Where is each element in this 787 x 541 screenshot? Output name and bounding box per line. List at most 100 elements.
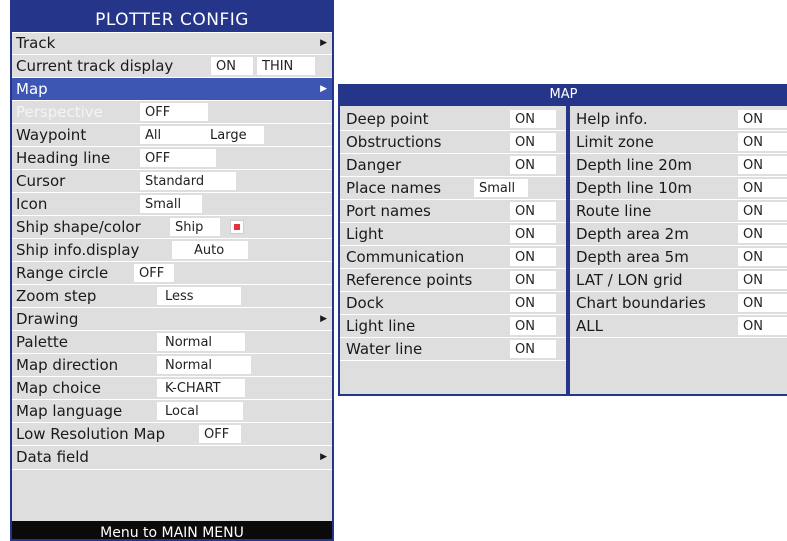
- map-option-obstructions[interactable]: Obstructions ON: [340, 131, 566, 154]
- value-field: Ship: [170, 218, 220, 236]
- menu-item-map-language[interactable]: Map language Local: [12, 400, 332, 423]
- option-value: ON: [510, 156, 556, 174]
- map-option-lat-lon-grid[interactable]: LAT / LON grid ON: [570, 269, 787, 292]
- menu-item-label: Track: [16, 34, 56, 52]
- option-value: ON: [510, 294, 556, 312]
- option-label: Dock: [346, 294, 384, 312]
- menu-item-drawing[interactable]: Drawing ▶: [12, 308, 332, 331]
- option-label: Limit zone: [576, 133, 654, 151]
- map-option-reference-points[interactable]: Reference points ON: [340, 269, 566, 292]
- menu-item-label: Zoom step: [16, 287, 97, 305]
- value-field: Standard: [140, 172, 236, 190]
- menu-item-label: Low Resolution Map: [16, 425, 166, 443]
- map-option-depth-area-5m[interactable]: Depth area 5m ON: [570, 246, 787, 269]
- menu-item-track[interactable]: Track ▶: [12, 32, 332, 55]
- color-swatch-icon[interactable]: [230, 220, 244, 234]
- map-option-chart-boundaries[interactable]: Chart boundaries ON: [570, 292, 787, 315]
- map-option-route-line[interactable]: Route line ON: [570, 200, 787, 223]
- map-option-depth-line-20m[interactable]: Depth line 20m ON: [570, 154, 787, 177]
- option-label: Chart boundaries: [576, 294, 706, 312]
- option-label: Route line: [576, 202, 652, 220]
- menu-item-range-circle[interactable]: Range circle OFF: [12, 262, 332, 285]
- map-option-dock[interactable]: Dock ON: [340, 292, 566, 315]
- map-option-light-line[interactable]: Light line ON: [340, 315, 566, 338]
- map-option-port-names[interactable]: Port names ON: [340, 200, 566, 223]
- map-option-deep-point[interactable]: Deep point ON: [340, 108, 566, 131]
- triangle-right-icon: ▶: [320, 38, 327, 48]
- map-option-water-line[interactable]: Water line ON: [340, 338, 566, 361]
- option-value: ON: [510, 271, 556, 289]
- footer-hint: Menu to MAIN MENU: [12, 521, 332, 539]
- plotter-config-menu: PLOTTER CONFIG Track ▶ Current track dis…: [10, 0, 334, 541]
- menu-item-data-field[interactable]: Data field ▶: [12, 446, 332, 470]
- menu-item-label: Palette: [16, 333, 68, 351]
- option-value: ON: [738, 156, 787, 174]
- map-option-all[interactable]: ALL ON: [570, 315, 787, 338]
- menu-item-ship-shape-color[interactable]: Ship shape/color Ship: [12, 216, 332, 239]
- value-field: OFF: [134, 264, 174, 282]
- map-option-communication[interactable]: Communication ON: [340, 246, 566, 269]
- value-field: Small: [140, 195, 202, 213]
- option-value: ON: [510, 225, 556, 243]
- option-value: ON: [738, 202, 787, 220]
- menu-item-label: Map: [16, 80, 48, 98]
- option-label: Danger: [346, 156, 402, 174]
- menu-item-cursor[interactable]: Cursor Standard: [12, 170, 332, 193]
- value-field: OFF: [140, 149, 216, 167]
- ship-color-indicator: [234, 224, 240, 230]
- menu-item-map-choice[interactable]: Map choice K-CHART: [12, 377, 332, 400]
- map-option-place-names[interactable]: Place names Small: [340, 177, 566, 200]
- option-value: ON: [738, 294, 787, 312]
- menu-item-label: Cursor: [16, 172, 66, 190]
- menu-item-map-direction[interactable]: Map direction Normal: [12, 354, 332, 377]
- menu-item-label: Range circle: [16, 264, 109, 282]
- menu-item-label: Drawing: [16, 310, 79, 328]
- option-label: Depth line 20m: [576, 156, 692, 174]
- menu-item-label: Map choice: [16, 379, 101, 397]
- option-value: ON: [738, 271, 787, 289]
- menu-item-zoom-step[interactable]: Zoom step Less: [12, 285, 332, 308]
- map-submenu-title: MAP: [340, 84, 787, 106]
- map-option-light[interactable]: Light ON: [340, 223, 566, 246]
- triangle-right-icon: ▶: [320, 452, 327, 462]
- menu-item-ship-info-display[interactable]: Ship info.display Auto: [12, 239, 332, 262]
- menu-item-palette[interactable]: Palette Normal: [12, 331, 332, 354]
- menu-item-label: Current track display: [16, 57, 174, 75]
- menu-item-current-track-display[interactable]: Current track display ON THIN: [12, 55, 332, 78]
- option-value: ON: [510, 248, 556, 266]
- option-label: Place names: [346, 179, 442, 197]
- menu-item-low-resolution-map[interactable]: Low Resolution Map OFF: [12, 423, 332, 446]
- menu-item-heading-line[interactable]: Heading line OFF: [12, 147, 332, 170]
- menu-item-label: Ship info.display: [16, 241, 140, 259]
- menu-item-waypoint[interactable]: Waypoint All Large: [12, 124, 332, 147]
- plotter-config-title: PLOTTER CONFIG: [12, 2, 332, 33]
- option-value: ON: [510, 133, 556, 151]
- value-field: OFF: [140, 103, 208, 121]
- option-value: ON: [738, 133, 787, 151]
- map-submenu: MAP Deep point ON Obstructions ON Danger…: [338, 84, 787, 396]
- menu-item-map[interactable]: Map ▶: [12, 78, 332, 101]
- option-label: Reference points: [346, 271, 473, 289]
- map-option-limit-zone[interactable]: Limit zone ON: [570, 131, 787, 154]
- menu-item-perspective: Perspective OFF: [12, 101, 332, 124]
- option-value: ON: [738, 110, 787, 128]
- option-value: ON: [510, 340, 556, 358]
- map-option-depth-area-2m[interactable]: Depth area 2m ON: [570, 223, 787, 246]
- map-option-depth-line-10m[interactable]: Depth line 10m ON: [570, 177, 787, 200]
- value-field: Auto: [172, 241, 248, 259]
- option-value: Small: [474, 179, 528, 197]
- map-option-help-info[interactable]: Help info. ON: [570, 108, 787, 131]
- menu-item-icon[interactable]: Icon Small: [12, 193, 332, 216]
- option-value: ON: [738, 225, 787, 243]
- option-label: Depth area 2m: [576, 225, 689, 243]
- menu-item-label: Heading line: [16, 149, 111, 167]
- option-label: Depth area 5m: [576, 248, 689, 266]
- map-option-danger[interactable]: Danger ON: [340, 154, 566, 177]
- option-value: ON: [510, 317, 556, 335]
- menu-item-label: Ship shape/color: [16, 218, 141, 236]
- value-field: ON: [211, 57, 253, 75]
- option-label: Light line: [346, 317, 416, 335]
- menu-item-label: Map direction: [16, 356, 119, 374]
- value-field: Local: [157, 402, 243, 420]
- value-field: THIN: [257, 57, 315, 75]
